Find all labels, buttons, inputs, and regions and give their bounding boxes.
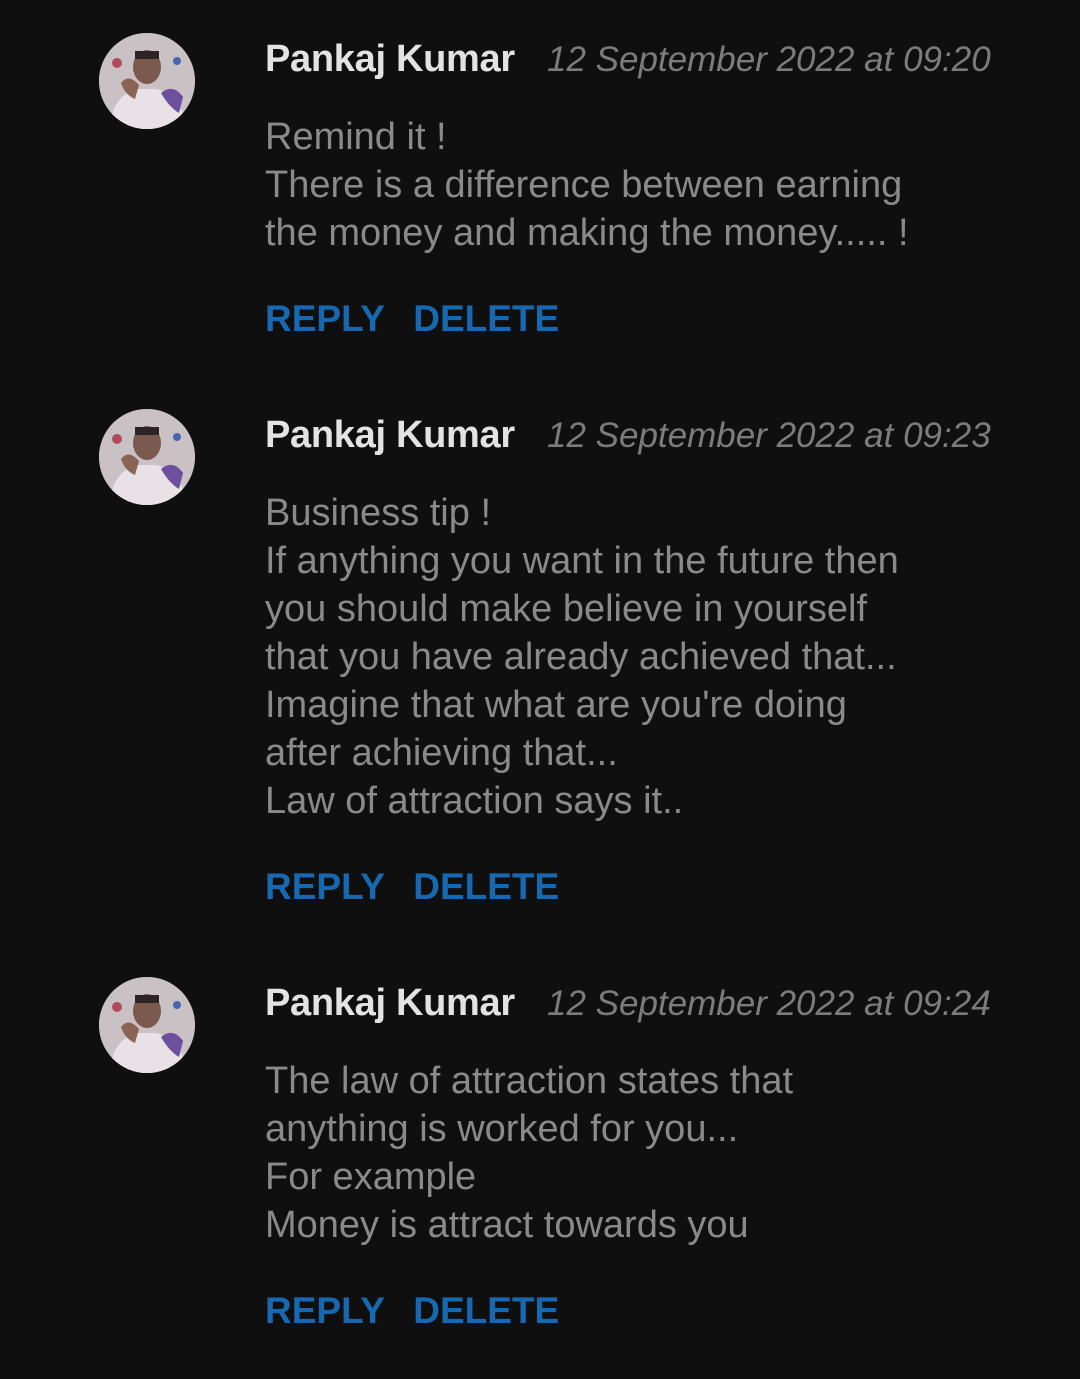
comment-timestamp: 12 September 2022 at 09:24	[547, 984, 991, 1023]
comment-line: after achieving that...	[265, 732, 618, 774]
reply-button[interactable]: REPLY	[265, 866, 385, 908]
comment-line: you should make believe in yourself	[265, 588, 868, 630]
comment-line: There is a difference between earning	[265, 164, 903, 206]
comment-line: Money is attract towards you	[265, 1204, 749, 1246]
delete-button[interactable]: DELETE	[413, 1290, 559, 1332]
comment-line: The law of attraction states that	[265, 1060, 794, 1102]
avatar[interactable]	[99, 977, 195, 1073]
comment-body: Business tip ! If anything you want in t…	[265, 489, 1025, 825]
comment-line: Remind it !	[265, 116, 447, 158]
comment-actions: REPLY DELETE	[265, 866, 577, 908]
comment-actions: REPLY DELETE	[265, 298, 577, 340]
comment-timestamp: 12 September 2022 at 09:20	[547, 40, 991, 79]
comment-line: the money and making the money..... !	[265, 212, 909, 254]
comment-author: Pankaj Kumar	[265, 982, 515, 1024]
comment-line: that you have already achieved that...	[265, 636, 897, 678]
delete-button[interactable]: DELETE	[413, 298, 559, 340]
comment-timestamp: 12 September 2022 at 09:23	[547, 416, 991, 455]
reply-button[interactable]: REPLY	[265, 298, 385, 340]
comment-line: For example	[265, 1156, 477, 1198]
comment-body: Remind it ! There is a difference betwee…	[265, 113, 1025, 257]
comment-line: If anything you want in the future then	[265, 540, 899, 582]
avatar[interactable]	[99, 33, 195, 129]
comment-author: Pankaj Kumar	[265, 38, 515, 80]
comment-line: Imagine that what are you're doing	[265, 684, 847, 726]
comment-author: Pankaj Kumar	[265, 414, 515, 456]
comment-line: Law of attraction says it..	[265, 780, 684, 822]
reply-button[interactable]: REPLY	[265, 1290, 385, 1332]
comment-line: Business tip !	[265, 492, 491, 534]
delete-button[interactable]: DELETE	[413, 866, 559, 908]
comment-line: anything is worked for you...	[265, 1108, 739, 1150]
comment-body: The law of attraction states that anythi…	[265, 1057, 1025, 1249]
avatar[interactable]	[99, 409, 195, 505]
comment-actions: REPLY DELETE	[265, 1290, 577, 1332]
